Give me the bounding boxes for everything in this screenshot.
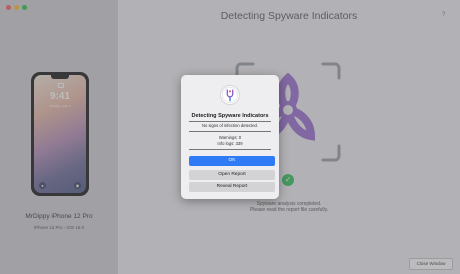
dialog-message: No signs of infection detected. bbox=[201, 123, 259, 128]
divider bbox=[189, 149, 271, 150]
ok-button[interactable]: OK bbox=[189, 156, 275, 166]
reveal-report-button[interactable]: Reveal Report bbox=[189, 182, 275, 192]
info-logs-count: Info logs: 339 bbox=[217, 141, 243, 146]
divider bbox=[189, 121, 271, 122]
tuning-fork-icon bbox=[220, 85, 240, 105]
app-window: 9:41 Monday, June 6 ● ◉ MrDippy iPhone 1… bbox=[0, 0, 460, 274]
divider bbox=[189, 131, 271, 132]
open-report-button[interactable]: Open Report bbox=[189, 170, 275, 180]
dialog-title: Detecting Spyware Indicators bbox=[191, 113, 269, 119]
warnings-count: Warnings: 0 bbox=[218, 135, 242, 140]
alert-dialog: Detecting Spyware Indicators No signs of… bbox=[181, 75, 279, 199]
